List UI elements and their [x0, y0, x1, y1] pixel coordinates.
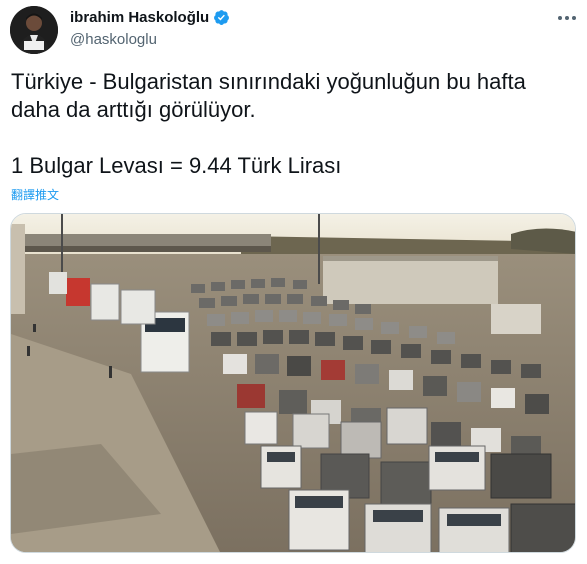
border-crossing-photo: [11, 214, 575, 552]
tweet-text-line-2: 1 Bulgar Levası = 9.44 Türk Lirası: [11, 153, 342, 178]
tweet-media-photo[interactable]: [10, 213, 576, 553]
translate-tweet-link[interactable]: 翻譯推文: [11, 186, 59, 203]
avatar[interactable]: [10, 6, 58, 54]
tweet-text: Türkiye - Bulgaristan sınırındaki yoğunl…: [11, 68, 571, 180]
author-handle[interactable]: @haskologlu: [70, 31, 157, 48]
tweet-card: ibrahim Haskoloğlu @haskologlu Türkiye -…: [0, 0, 587, 564]
more-options-icon: [558, 16, 576, 20]
more-options-button[interactable]: [556, 8, 578, 28]
author-display-name[interactable]: ibrahim Haskoloğlu: [70, 9, 209, 26]
tweet-text-line-1: Türkiye - Bulgaristan sınırındaki yoğunl…: [11, 69, 526, 122]
author-name[interactable]: ibrahim Haskoloğlu: [70, 9, 230, 26]
verified-badge-icon: [214, 10, 230, 25]
avatar-image: [10, 6, 58, 54]
